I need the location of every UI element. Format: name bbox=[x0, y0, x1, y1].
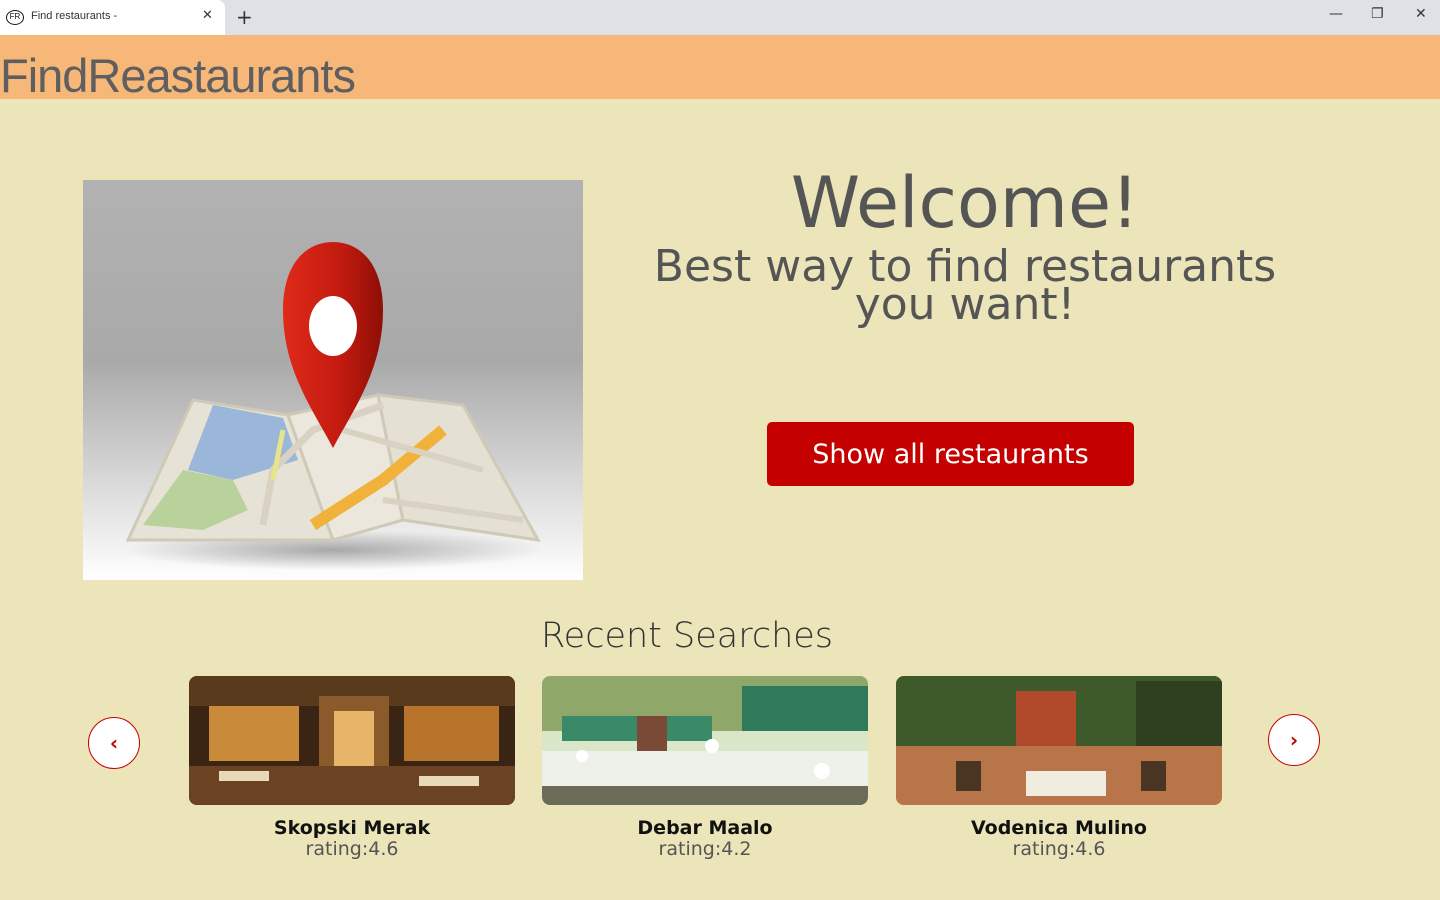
show-all-restaurants-button[interactable]: Show all restaurants bbox=[767, 422, 1134, 486]
restaurant-rating: rating:4.6 bbox=[1012, 838, 1106, 860]
restaurant-photo bbox=[896, 676, 1222, 805]
carousel-prev-button[interactable]: ‹ bbox=[88, 717, 140, 769]
favicon-icon: FR bbox=[6, 10, 24, 25]
map-pin-illustration bbox=[83, 180, 583, 580]
recent-searches-heading: Recent Searches bbox=[540, 616, 834, 656]
chevron-left-icon: ‹ bbox=[109, 731, 119, 755]
restaurant-rating: rating:4.6 bbox=[305, 838, 399, 860]
window-close-icon[interactable]: ✕ bbox=[1415, 6, 1427, 22]
restaurant-card[interactable]: Debar Maalo rating:4.2 bbox=[542, 676, 868, 860]
restore-icon[interactable]: ❐ bbox=[1371, 6, 1384, 22]
browser-tab[interactable]: FR Find restaurants - ✕ bbox=[0, 0, 225, 35]
tab-close-icon[interactable]: ✕ bbox=[202, 8, 213, 23]
brand-logo[interactable]: FindReastaurants bbox=[0, 48, 356, 103]
welcome-heading: Welcome! bbox=[790, 162, 1140, 244]
restaurant-name: Skopski Merak bbox=[273, 817, 431, 839]
tagline: Best way to find restaurants you want! bbox=[640, 245, 1290, 327]
restaurant-name: Vodenica Mulino bbox=[971, 817, 1147, 839]
tab-title: Find restaurants - bbox=[31, 10, 118, 22]
chevron-right-icon: › bbox=[1289, 728, 1299, 752]
browser-tab-bar: FR Find restaurants - ✕ + — ❐ ✕ bbox=[0, 0, 1440, 35]
minimize-icon[interactable]: — bbox=[1329, 6, 1343, 22]
map-pin-icon bbox=[83, 180, 583, 580]
restaurant-card[interactable]: Vodenica Mulino rating:4.6 bbox=[896, 676, 1222, 860]
carousel-next-button[interactable]: › bbox=[1268, 714, 1320, 766]
new-tab-icon[interactable]: + bbox=[236, 5, 253, 29]
restaurant-rating: rating:4.2 bbox=[658, 838, 752, 860]
restaurant-name: Debar Maalo bbox=[637, 817, 773, 839]
restaurant-photo bbox=[189, 676, 515, 805]
restaurant-photo bbox=[542, 676, 868, 805]
restaurant-card[interactable]: Skopski Merak rating:4.6 bbox=[189, 676, 515, 860]
